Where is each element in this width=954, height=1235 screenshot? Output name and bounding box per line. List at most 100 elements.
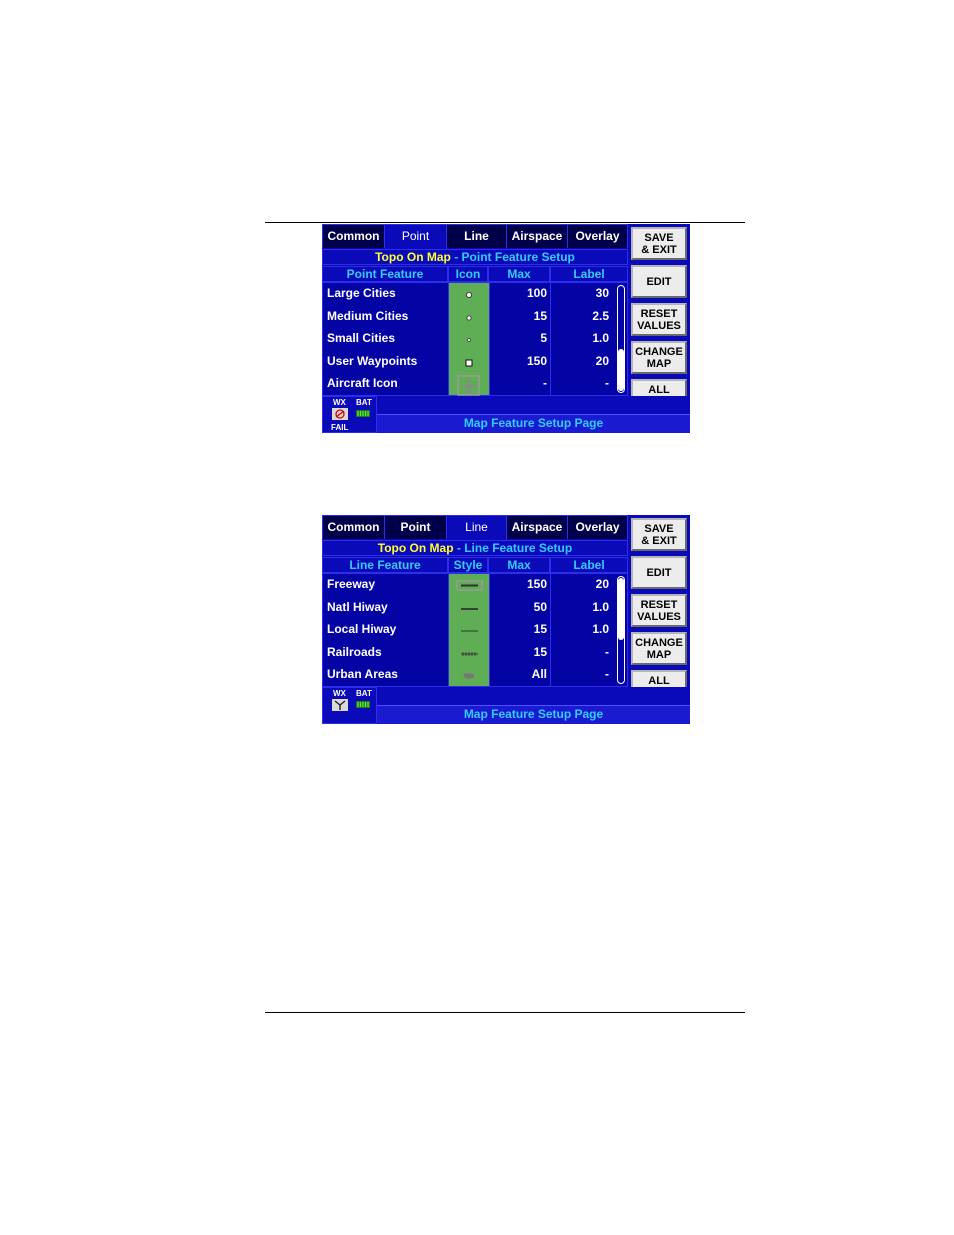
max-value: 50 — [533, 599, 547, 614]
max-value: 15 — [533, 622, 547, 637]
feature-name: Large Cities — [327, 286, 396, 300]
change-map-button[interactable]: CHANGE MAP — [631, 341, 687, 374]
table-row[interactable]: Natl Hiway 50 1.0 — [323, 597, 613, 620]
page-title: Topo On Map - Point Feature Setup — [322, 249, 628, 265]
max-value: All — [531, 667, 547, 682]
tab-common[interactable]: Common — [323, 225, 385, 248]
max-value: 15 — [533, 308, 547, 323]
tab-point[interactable]: Point — [385, 516, 447, 539]
max-value: 5 — [540, 331, 547, 346]
button-label-line1: SAVE — [644, 522, 674, 535]
feature-style — [449, 642, 489, 665]
tab-bar: Common Point Line Airspace Overlay — [322, 515, 628, 541]
button-label-line2: & EXIT — [641, 243, 677, 256]
tab-point[interactable]: Point — [385, 225, 447, 250]
table-row[interactable]: Urban Areas All - — [323, 664, 613, 687]
feature-style — [449, 664, 489, 687]
feature-name: Railroads — [327, 644, 382, 659]
map-name: Topo On Map — [377, 541, 454, 555]
softkey-column: SAVE& EXIT EDIT RESETVALUES CHANGEMAP ALL MAP… — [628, 224, 690, 414]
button-label-line2: VALUES — [637, 610, 681, 623]
setup-title: - Point Feature Setup — [450, 250, 575, 264]
scrollbar[interactable] — [617, 576, 625, 684]
line-feature-setup-screen: Common Point Line Airspace Overlay Topo On Ma… — [322, 515, 690, 724]
page-label: Map Feature Setup Page — [377, 705, 690, 724]
scrollbar[interactable] — [617, 285, 625, 393]
table-row[interactable]: Local Hiway 15 1.0 — [323, 619, 613, 642]
bottom-rule — [265, 1012, 745, 1013]
save-exit-button[interactable]: SAVE & EXIT — [631, 518, 687, 551]
table-row[interactable]: Freeway 150 20 — [323, 574, 613, 597]
urban-area-style-icon — [463, 673, 474, 680]
feature-name: Small Cities — [327, 331, 396, 346]
railroad-line-style-icon — [461, 651, 478, 656]
bat-label: BAT — [356, 398, 372, 407]
top-rule — [265, 222, 745, 223]
label-value: 20 — [595, 353, 609, 368]
header-label: Label — [550, 557, 628, 573]
small-dot-icon — [467, 338, 471, 342]
feature-style — [449, 306, 489, 329]
button-label-line1: ALL — [648, 383, 670, 396]
table-row[interactable]: Large Cities 100 30 — [323, 283, 613, 306]
tab-overlay[interactable]: Overlay — [568, 516, 628, 539]
tab-common[interactable]: Common — [323, 516, 385, 539]
button-label-line1: ALL — [648, 674, 670, 687]
table-row[interactable]: Aircraft Icon - - — [323, 373, 613, 397]
table-row[interactable]: Railroads 15 - — [323, 642, 613, 665]
feature-name: Medium Cities — [327, 308, 409, 323]
point-feature-setup-screen: Common Point Line Airspace Overlay Topo On Ma… — [322, 224, 690, 433]
max-value: - — [543, 376, 547, 391]
feature-name: Freeway — [327, 577, 376, 591]
save-exit-button[interactable]: SAVE & EXIT — [631, 227, 687, 260]
feature-name: User Waypoints — [327, 353, 418, 368]
bat-label: BAT — [356, 689, 372, 698]
feature-name: Aircraft Icon — [327, 376, 398, 391]
reset-values-button[interactable]: RESET VALUES — [631, 594, 687, 627]
table-row[interactable]: User Waypoints 150 20 — [323, 351, 613, 374]
header-icon: Icon — [448, 266, 488, 282]
label-value: - — [605, 667, 609, 682]
large-dot-icon — [465, 291, 472, 298]
wx-label: WX — [333, 398, 346, 407]
feature-name: Urban Areas — [327, 667, 398, 682]
label-value: 1.0 — [592, 622, 609, 637]
tab-airspace[interactable]: Airspace — [507, 516, 568, 539]
scrollbar-thumb[interactable] — [618, 349, 624, 391]
max-value: 150 — [526, 353, 547, 368]
feature-name: Natl Hiway — [327, 599, 388, 614]
setup-title: - Line Feature Setup — [453, 541, 573, 555]
edit-button[interactable]: EDIT — [631, 265, 687, 298]
scrollbar-thumb[interactable] — [618, 578, 624, 640]
message-bar — [377, 687, 690, 705]
button-label-line2: MAP — [646, 357, 672, 370]
button-label-line1: RESET — [640, 598, 678, 611]
button-label-line2: MAP — [646, 648, 672, 661]
change-map-button[interactable]: CHANGE MAP — [631, 632, 687, 665]
button-label-line1: EDIT — [646, 566, 672, 579]
feature-table: Large Cities 100 30 Medium Cities 15 2.5 Small… — [322, 282, 628, 397]
header-max: Max — [488, 557, 550, 573]
wx-fail-icon — [332, 408, 348, 420]
edit-button[interactable]: EDIT — [631, 556, 687, 589]
button-label-line1: CHANGE — [635, 636, 683, 649]
button-label-line1: EDIT — [646, 275, 672, 288]
button-label-line1: CHANGE — [635, 345, 683, 358]
table-row[interactable]: Medium Cities 15 2.5 — [323, 306, 613, 329]
map-name: Topo On Map — [375, 250, 451, 264]
button-label-line2: VALUES — [637, 319, 681, 332]
tab-line[interactable]: Line — [447, 225, 507, 248]
max-value: 100 — [526, 286, 547, 300]
table-row[interactable]: Small Cities 5 1.0 — [323, 328, 613, 351]
label-value: - — [605, 376, 609, 391]
natl-hiway-line-style-icon — [461, 607, 478, 610]
label-value: 1.0 — [592, 331, 609, 346]
max-value: 150 — [526, 577, 547, 591]
reset-values-button[interactable]: RESET VALUES — [631, 303, 687, 336]
feature-style — [449, 351, 489, 374]
tab-airspace[interactable]: Airspace — [507, 225, 568, 248]
tab-line[interactable]: Line — [447, 516, 507, 541]
feature-style — [449, 373, 489, 397]
tab-overlay[interactable]: Overlay — [568, 225, 628, 248]
feature-style — [449, 597, 489, 620]
